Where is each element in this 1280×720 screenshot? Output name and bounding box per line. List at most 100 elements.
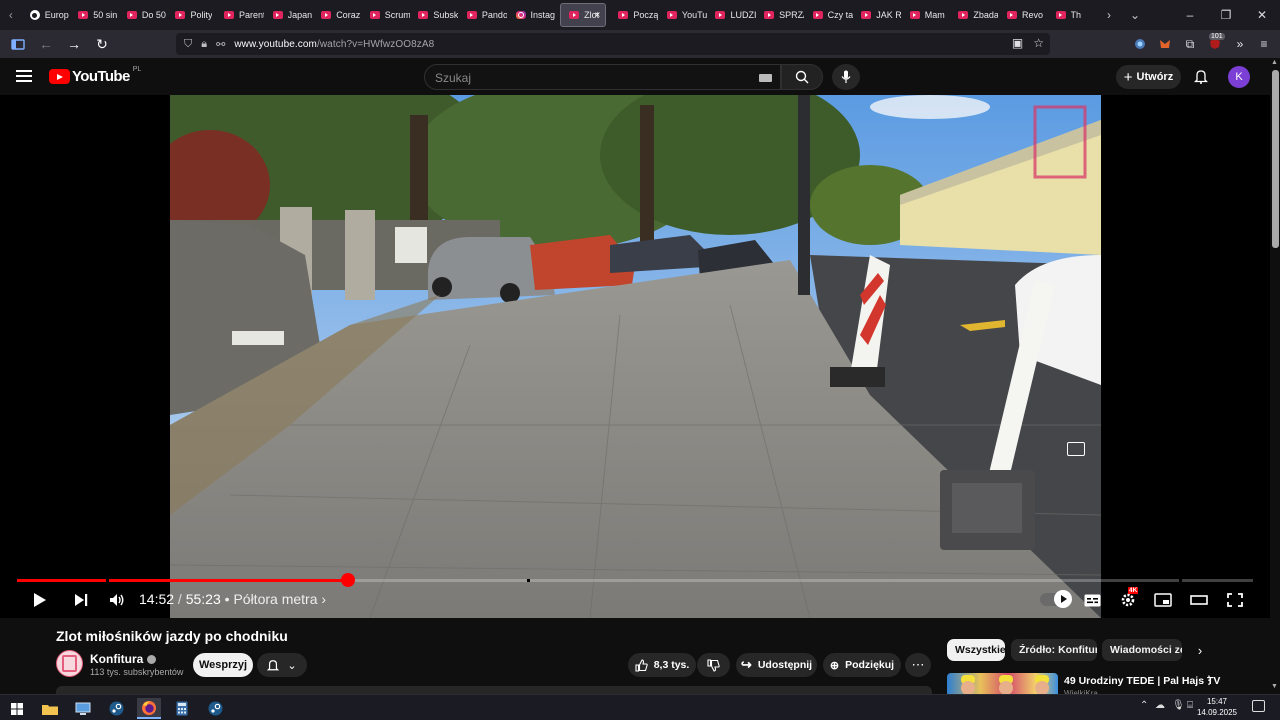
browser-tab[interactable]: Polity bbox=[167, 3, 215, 27]
back-button[interactable]: ← bbox=[34, 32, 58, 56]
fullscreen-button[interactable] bbox=[1223, 585, 1247, 615]
browser-tab[interactable]: Do 50 bbox=[119, 3, 167, 27]
scroll-up-arrow-icon[interactable]: ▲ bbox=[1271, 59, 1278, 66]
restore-window-button[interactable]: ❐ bbox=[1208, 8, 1244, 22]
dislike-button[interactable] bbox=[697, 653, 730, 677]
browser-tab[interactable]: Mam bbox=[902, 3, 950, 27]
video-player[interactable]: 14:52 / 55:23 • Półtora metra › 4K bbox=[0, 95, 1270, 618]
firefox-icon[interactable] bbox=[137, 698, 161, 719]
like-button[interactable]: 8,3 tys. bbox=[628, 653, 696, 677]
browser-tab[interactable]: LUDZI bbox=[707, 3, 756, 27]
recommendation-title[interactable]: 49 Urodziny TEDE | Pal Hajs TV bbox=[1064, 675, 1220, 687]
progress-bar[interactable] bbox=[17, 573, 1253, 587]
recommendation-thumbnail[interactable] bbox=[947, 673, 1058, 694]
share-button[interactable]: ↪ Udostępnij bbox=[736, 653, 817, 677]
browser-tab[interactable]: Zlot × bbox=[560, 3, 607, 27]
browser-tab[interactable]: Coraz bbox=[313, 3, 361, 27]
video-frame[interactable] bbox=[170, 95, 1101, 618]
tab-scroll-right-button[interactable]: › bbox=[1096, 8, 1122, 22]
filter-chip[interactable]: Wszystkie bbox=[947, 639, 1005, 661]
play-button[interactable] bbox=[27, 585, 53, 615]
page-scrollbar[interactable]: ▲ ▼ bbox=[1270, 58, 1280, 694]
tab-scroll-left-button[interactable]: ‹ bbox=[0, 0, 22, 30]
miniplayer-icon[interactable] bbox=[1067, 442, 1085, 456]
notifications-button[interactable] bbox=[1191, 66, 1211, 86]
browser-tab[interactable]: Europ bbox=[22, 3, 70, 27]
filter-chip[interactable]: Wiadomości ze ś bbox=[1102, 639, 1182, 661]
support-button[interactable]: Wesprzyj bbox=[193, 653, 253, 677]
reload-button[interactable]: ↻ bbox=[90, 32, 114, 56]
microphone-tray-icon[interactable]: 🎙︎ bbox=[1172, 700, 1185, 711]
browser-tab[interactable]: Począ bbox=[610, 3, 658, 27]
tray-overflow-chevron-icon[interactable]: ⌃ bbox=[1140, 700, 1148, 711]
browser-tab[interactable]: 50 sin bbox=[70, 3, 118, 27]
browser-tab[interactable]: Zbada bbox=[950, 3, 998, 27]
picture-in-picture-icon[interactable]: ▣ bbox=[1012, 36, 1023, 50]
scroll-down-arrow-icon[interactable]: ▼ bbox=[1271, 683, 1278, 690]
guide-menu-icon[interactable] bbox=[16, 70, 32, 82]
subtitles-button[interactable] bbox=[1080, 585, 1104, 615]
youtube-icon bbox=[321, 11, 332, 19]
list-all-tabs-button[interactable]: ⌄ bbox=[1122, 8, 1148, 22]
extensions-puzzle-icon[interactable]: ⧉ bbox=[1180, 34, 1200, 54]
subscription-notifications-button[interactable]: ⌄ bbox=[257, 653, 307, 677]
close-window-button[interactable]: ✕ bbox=[1244, 8, 1280, 22]
tab-strip-controls: › ⌄ – ❐ ✕ bbox=[1096, 0, 1280, 30]
browser-tab[interactable]: Scrum bbox=[362, 3, 410, 27]
account-avatar[interactable]: K bbox=[1228, 66, 1250, 88]
chapter-title-button[interactable]: • Półtora metra › bbox=[221, 591, 326, 607]
browser-tab[interactable]: JAK R bbox=[853, 3, 901, 27]
channel-avatar[interactable] bbox=[56, 650, 83, 677]
browser-tab[interactable]: Japan bbox=[265, 3, 313, 27]
close-tab-icon[interactable]: × bbox=[594, 10, 600, 21]
browser-tab[interactable]: Instag bbox=[508, 3, 556, 27]
minimize-window-button[interactable]: – bbox=[1172, 8, 1208, 22]
search-icon bbox=[795, 70, 809, 84]
browser-tab[interactable]: YouTu bbox=[659, 3, 707, 27]
recommendation-menu-icon[interactable]: ⋮ bbox=[1203, 673, 1215, 687]
onedrive-cloud-icon[interactable]: ☁ bbox=[1155, 700, 1165, 711]
next-video-button[interactable] bbox=[68, 585, 94, 615]
volume-button[interactable] bbox=[104, 585, 130, 615]
address-bar[interactable]: ⛉ 🔒︎ ⚯ www.youtube.com/watch?v=HWfwzOO8z… bbox=[176, 33, 1050, 55]
browser-tab[interactable]: Revo bbox=[999, 3, 1047, 27]
start-windows-icon[interactable] bbox=[5, 698, 29, 719]
description-box[interactable] bbox=[56, 686, 932, 694]
browser-tab[interactable]: Parent bbox=[216, 3, 264, 27]
forward-button[interactable]: → bbox=[62, 32, 86, 56]
search-input[interactable]: Szukaj bbox=[424, 64, 781, 90]
app-menu-icon[interactable]: ≡ bbox=[1254, 34, 1274, 54]
steam-secondary-icon[interactable] bbox=[203, 698, 227, 719]
file-explorer-icon[interactable] bbox=[38, 698, 62, 719]
theater-mode-button[interactable] bbox=[1187, 585, 1211, 615]
create-button[interactable]: + Utwórz bbox=[1116, 65, 1181, 89]
chevron-right-icon[interactable]: › bbox=[1192, 642, 1208, 658]
fox-extension-icon[interactable] bbox=[1155, 34, 1175, 54]
network-icon[interactable]: ⌸ bbox=[1187, 700, 1193, 711]
taskbar-clock[interactable]: 15:47 14.09.2025 bbox=[1194, 696, 1240, 718]
autoplay-toggle[interactable] bbox=[1040, 590, 1072, 608]
bookmark-star-icon[interactable]: ☆ bbox=[1033, 36, 1044, 50]
more-actions-button[interactable]: ⋯ bbox=[905, 653, 931, 677]
sidebar-toggle-icon[interactable] bbox=[6, 32, 30, 56]
notification-center-icon[interactable] bbox=[1252, 700, 1265, 712]
browser-tab[interactable]: SPRZ/ bbox=[756, 3, 804, 27]
steam-icon[interactable] bbox=[104, 698, 128, 719]
browser-tab[interactable]: Czy ta bbox=[805, 3, 853, 27]
thanks-button[interactable]: ⊕ Podziękuj bbox=[823, 653, 901, 677]
overflow-chevron-icon[interactable]: » bbox=[1230, 34, 1250, 54]
miniplayer-button[interactable] bbox=[1151, 585, 1175, 615]
browser-tab[interactable]: Pando bbox=[459, 3, 507, 27]
browser-tab[interactable]: Subsk bbox=[410, 3, 458, 27]
keyboard-icon[interactable] bbox=[759, 74, 772, 82]
scrollbar-thumb[interactable] bbox=[1272, 70, 1279, 248]
vpn-extension-icon[interactable] bbox=[1130, 34, 1150, 54]
youtube-logo[interactable]: YouTube PL bbox=[49, 66, 141, 85]
filter-chip[interactable]: Źródło: Konfitura bbox=[1011, 639, 1097, 661]
browser-tab[interactable]: Th bbox=[1048, 3, 1096, 27]
voice-search-button[interactable] bbox=[832, 64, 860, 90]
channel-name-link[interactable]: Konfitura bbox=[90, 652, 157, 666]
calculator-icon[interactable] bbox=[170, 698, 194, 719]
search-button[interactable] bbox=[781, 64, 823, 90]
remote-desktop-icon[interactable] bbox=[71, 698, 95, 719]
